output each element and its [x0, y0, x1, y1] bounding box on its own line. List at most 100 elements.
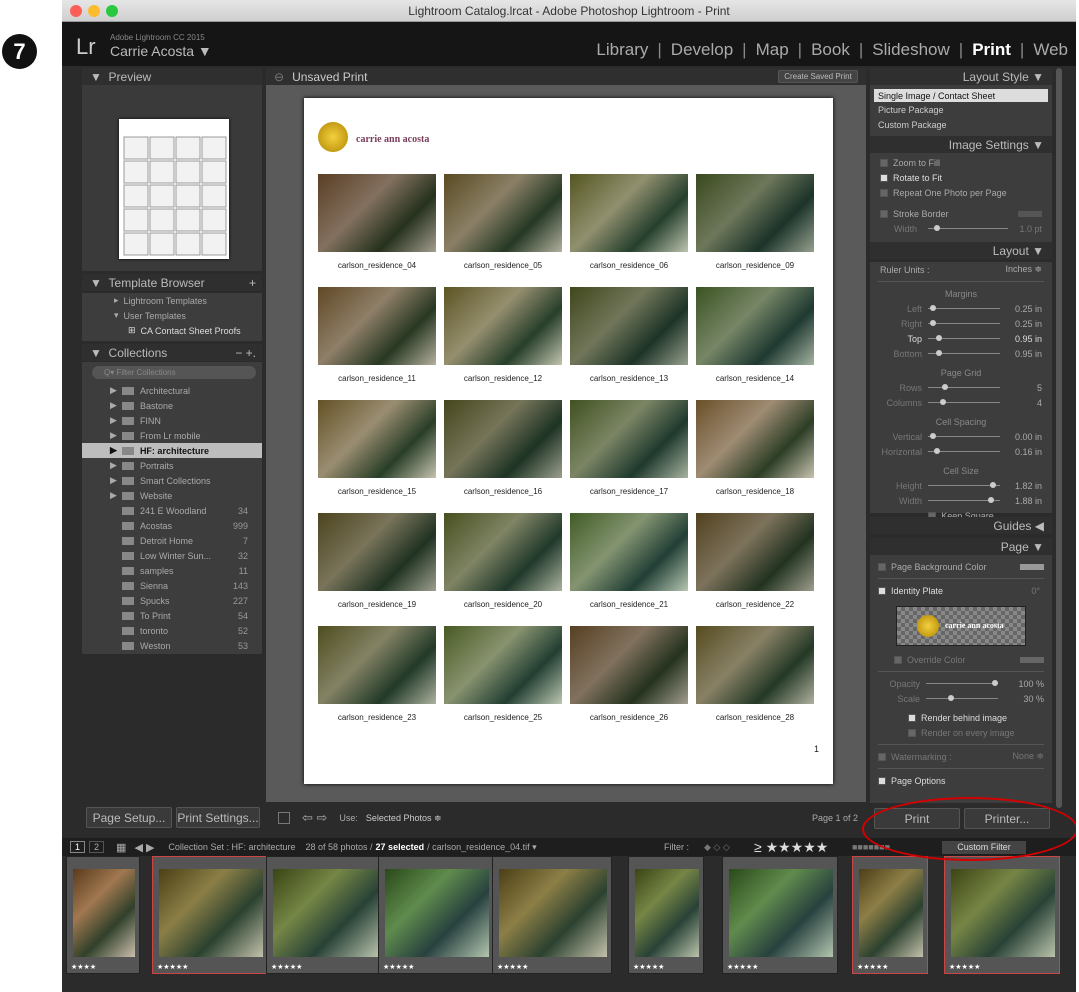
collection-set-selected[interactable]: ▶ HF: architecture [82, 443, 262, 458]
star-filter[interactable]: ≥ ★★★★★ [754, 839, 828, 856]
contact-sheet-cell[interactable]: carlson_residence_28 [696, 626, 814, 722]
stroke-color-swatch[interactable] [1018, 210, 1042, 217]
contact-sheet-cell[interactable]: carlson_residence_14 [696, 287, 814, 383]
contact-sheet-cell[interactable]: carlson_residence_06 [570, 174, 688, 270]
filmstrip-frame[interactable]: ★★★★ [66, 856, 140, 974]
margin-bottom-slider[interactable]: Bottom 0.95 in [870, 346, 1052, 361]
identity-plate-checkbox[interactable]: Identity Plate 0° [878, 583, 1044, 598]
filmstrip-frame[interactable]: ★★★★★ [944, 856, 1060, 974]
module-slideshow[interactable]: Slideshow [872, 40, 950, 60]
contact-sheet-cell[interactable]: carlson_residence_05 [444, 174, 562, 270]
collections-filter[interactable]: Q▾ Filter Collections [92, 366, 256, 379]
user-name[interactable]: Carrie Acosta ▼ [110, 43, 212, 59]
contact-sheet-cell[interactable]: carlson_residence_09 [696, 174, 814, 270]
filmstrip-frame[interactable]: ★★★★★ [628, 856, 704, 974]
collection-set[interactable]: ▶ Architectural [82, 383, 262, 398]
collection-item[interactable]: Acostas 999 [82, 518, 262, 533]
module-web[interactable]: Web [1033, 40, 1068, 60]
filmstrip-frame[interactable]: ★★★★★ [722, 856, 838, 974]
collection-set[interactable]: ▶ Website [82, 488, 262, 503]
nav-back-forward-icon[interactable]: ◀ ▶ [134, 841, 154, 854]
template-folder-user[interactable]: ▾ User Templates [82, 308, 262, 323]
style-picture-package[interactable]: Picture Package [874, 102, 1048, 117]
collection-item[interactable]: Detroit Home 7 [82, 533, 262, 548]
filmstrip-frame[interactable]: ★★★★★ [152, 856, 268, 974]
module-book[interactable]: Book [811, 40, 850, 60]
contact-sheet-cell[interactable]: carlson_residence_22 [696, 513, 814, 609]
rows-slider[interactable]: Rows 5 [870, 380, 1052, 395]
current-file[interactable]: / carlson_residence_04.tif ▾ [427, 842, 537, 853]
template-browser-header[interactable]: ▼ Template Browser + [82, 274, 262, 291]
collection-set[interactable]: ▶ Bastone [82, 398, 262, 413]
margin-left-slider[interactable]: Left 0.25 in [870, 301, 1052, 316]
grid-view-icon[interactable]: ▦ [116, 841, 126, 854]
contact-sheet-cell[interactable]: carlson_residence_11 [318, 287, 436, 383]
style-custom-package[interactable]: Custom Package [874, 117, 1048, 132]
columns-slider[interactable]: Columns 4 [870, 395, 1052, 410]
page-options-checkbox[interactable]: Page Options [878, 773, 1044, 788]
window-1-button[interactable]: 1 [70, 841, 86, 853]
contact-sheet-cell[interactable]: carlson_residence_20 [444, 513, 562, 609]
filmstrip-frame[interactable]: ★★★★★ [852, 856, 928, 974]
contact-sheet-cell[interactable]: carlson_residence_16 [444, 400, 562, 496]
opacity-slider[interactable]: Opacity 100 % [878, 676, 1044, 691]
collection-item[interactable]: Weston 53 [82, 638, 262, 653]
rotate-to-fit-checkbox[interactable]: Rotate to Fit [880, 170, 1042, 185]
print-settings-button[interactable]: Print Settings... [176, 807, 260, 828]
template-folder-lightroom[interactable]: ▸ Lightroom Templates [82, 293, 262, 308]
collection-item[interactable]: Low Winter Sun... 32 [82, 548, 262, 563]
minimize-icon[interactable] [88, 5, 100, 17]
filmstrip-frame[interactable]: ★★★★★ [266, 856, 384, 974]
contact-sheet-cell[interactable]: carlson_residence_25 [444, 626, 562, 722]
render-every-checkbox[interactable]: Render on every image [878, 725, 1044, 740]
flag-filter-icon[interactable]: ◆ ◇ ◇ [704, 842, 730, 853]
right-scrollbar[interactable] [1056, 68, 1062, 808]
filmstrip-source[interactable]: Collection Set : HF: architecture [168, 842, 295, 852]
collections-add-icon[interactable]: − +. [235, 346, 256, 360]
margin-right-slider[interactable]: Right 0.25 in [870, 316, 1052, 331]
filmstrip-frame[interactable]: ★★★★★ [378, 856, 494, 974]
collection-item[interactable]: Spucks 227 [82, 593, 262, 608]
contact-sheet-cell[interactable]: carlson_residence_12 [444, 287, 562, 383]
page-setup-button[interactable]: Page Setup... [86, 807, 172, 828]
repeat-photo-checkbox[interactable]: Repeat One Photo per Page [880, 185, 1042, 200]
zoom-icon[interactable] [106, 5, 118, 17]
toggle-icon[interactable] [278, 812, 290, 824]
contact-sheet-cell[interactable]: carlson_residence_04 [318, 174, 436, 270]
stroke-border-checkbox[interactable]: Stroke Border [880, 206, 1042, 221]
ruler-units-row[interactable]: Ruler Units : Inches ≑ [870, 262, 1052, 277]
collections-header[interactable]: ▼ Collections − +. [82, 344, 262, 361]
preview-header[interactable]: ▼ Preview [82, 68, 262, 85]
image-settings-header[interactable]: Image Settings ▼ [870, 136, 1052, 153]
zoom-to-fill-checkbox[interactable]: Zoom to Fill [880, 155, 1042, 170]
template-item[interactable]: ⊞ CA Contact Sheet Proofs [82, 323, 262, 338]
contact-sheet-cell[interactable]: carlson_residence_15 [318, 400, 436, 496]
contact-sheet-cell[interactable]: carlson_residence_17 [570, 400, 688, 496]
use-select[interactable]: Selected Photos ≑ [366, 813, 442, 824]
layout-style-header[interactable]: Layout Style ▼ [870, 68, 1052, 85]
style-single-image[interactable]: Single Image / Contact Sheet [874, 89, 1048, 102]
cell-height-slider[interactable]: Height 1.82 in [870, 478, 1052, 493]
override-color-checkbox[interactable]: Override Color [878, 652, 1044, 667]
margin-top-slider[interactable]: Top 0.95 in [870, 331, 1052, 346]
contact-sheet-cell[interactable]: carlson_residence_13 [570, 287, 688, 383]
contact-sheet-cell[interactable]: carlson_residence_21 [570, 513, 688, 609]
page-header[interactable]: Page ▼ [870, 538, 1052, 555]
module-library[interactable]: Library [596, 40, 648, 60]
module-map[interactable]: Map [756, 40, 789, 60]
contact-sheet-cell[interactable]: carlson_residence_19 [318, 513, 436, 609]
module-print[interactable]: Print [972, 40, 1011, 60]
collection-set[interactable]: ▶ From Lr mobile [82, 428, 262, 443]
render-behind-checkbox[interactable]: Render behind image [878, 710, 1044, 725]
bg-color-swatch[interactable] [1020, 563, 1044, 570]
identity-plate-editor[interactable]: carrie ann acosta [896, 606, 1026, 646]
collection-item[interactable]: Sienna 143 [82, 578, 262, 593]
collection-item[interactable]: toronto 52 [82, 623, 262, 638]
collection-item[interactable]: 241 E Woodland 34 [82, 503, 262, 518]
guides-header[interactable]: Guides ◀ [870, 517, 1052, 534]
collection-item[interactable]: To Print 54 [82, 608, 262, 623]
add-icon[interactable]: + [249, 276, 256, 290]
close-icon[interactable] [70, 5, 82, 17]
window-2-button[interactable]: 2 [89, 841, 105, 853]
watermarking-checkbox[interactable]: Watermarking : None ≑ [878, 749, 1044, 764]
